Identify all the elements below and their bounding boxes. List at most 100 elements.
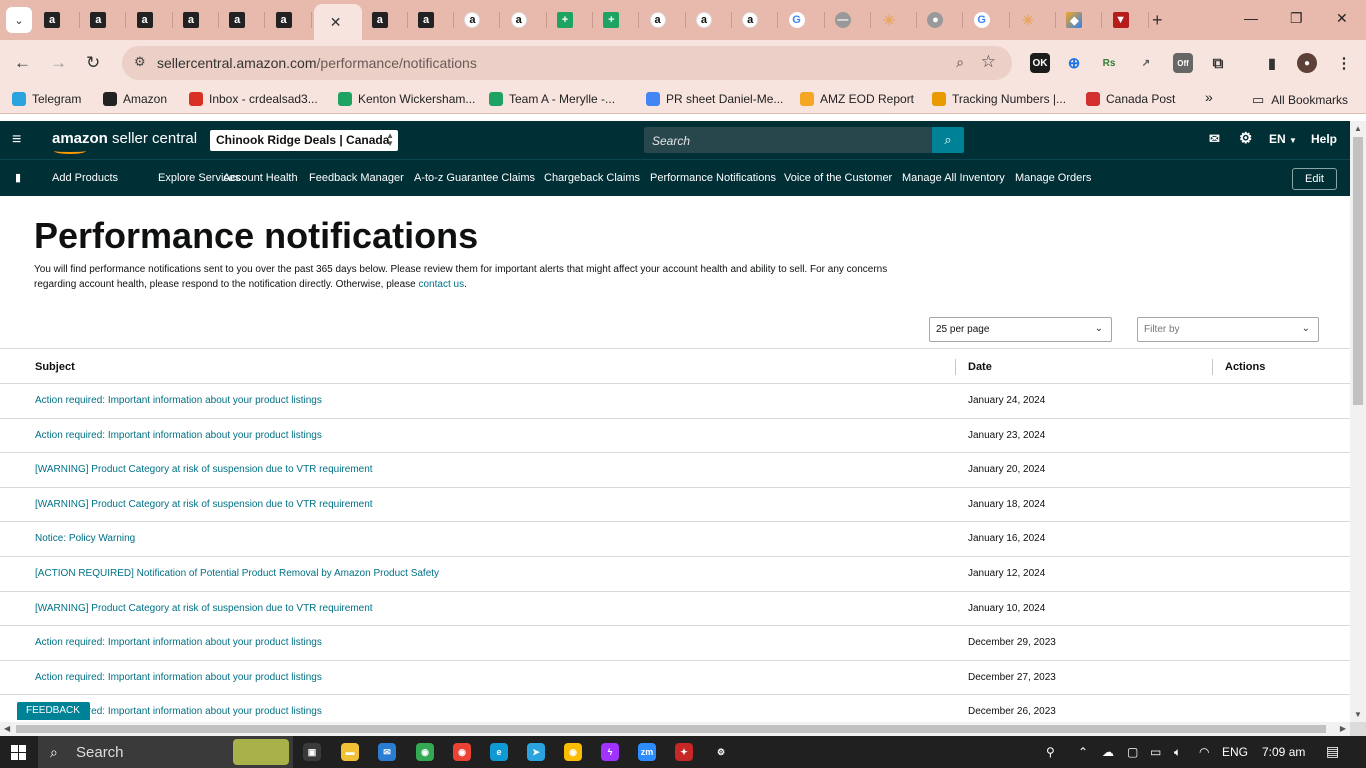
scroll-up-arrow-icon[interactable]: ▲ xyxy=(1354,124,1362,133)
notification-subject-link[interactable]: [WARNING] Product Category at risk of su… xyxy=(35,499,373,510)
cloud-off-icon[interactable]: ☁ xyxy=(1102,745,1114,759)
browser-tab[interactable]: a xyxy=(364,6,408,34)
bookmark-item[interactable]: AMZ EOD Report xyxy=(800,92,914,106)
mail-icon[interactable]: ✉ xyxy=(1209,131,1220,147)
nav-link[interactable]: A-to-z Guarantee Claims xyxy=(414,172,535,184)
browser-tab[interactable]: ✳ xyxy=(873,6,918,34)
edit-nav-button[interactable]: Edit xyxy=(1292,168,1337,190)
chrome-icon[interactable]: ◉ xyxy=(564,743,582,761)
seller-central-logo[interactable]: amazon seller central xyxy=(52,130,197,154)
battery-icon[interactable]: ▭ xyxy=(1150,745,1161,759)
extensions-puzzle-icon[interactable]: ⧉ xyxy=(1208,53,1228,73)
bookmark-item[interactable]: Telegram xyxy=(12,92,81,106)
search-input[interactable]: Search xyxy=(644,127,934,153)
notification-subject-link[interactable]: [WARNING] Product Category at risk of su… xyxy=(35,464,373,475)
clock[interactable]: 7:09 am xyxy=(1262,745,1305,759)
horizontal-scrollbar[interactable]: ◀ ▶ xyxy=(0,722,1350,736)
chrome-icon[interactable]: ◉ xyxy=(416,743,434,761)
people-icon[interactable]: ⚲ xyxy=(1046,745,1055,759)
notification-subject-link[interactable]: Action required: Important information a… xyxy=(35,430,322,441)
address-bar[interactable]: ⚙ sellercentral.amazon.com/performance/n… xyxy=(122,46,1012,80)
language-selector[interactable]: EN ▼ xyxy=(1269,132,1297,146)
per-page-select[interactable]: 25 per page ⌄ xyxy=(929,317,1112,342)
notification-subject-link[interactable]: Action required: Important information a… xyxy=(35,672,322,683)
help-link[interactable]: Help xyxy=(1311,132,1337,146)
extension-arrow-icon[interactable]: ↗ xyxy=(1136,53,1156,73)
subject-column-header[interactable]: Subject xyxy=(35,361,75,373)
browser-tab[interactable]: a xyxy=(734,6,779,34)
chevron-up-icon[interactable]: ⌃ xyxy=(1078,745,1088,759)
telegram-icon[interactable]: ➤ xyxy=(527,743,545,761)
file-explorer-icon[interactable]: ▬ xyxy=(341,743,359,761)
browser-tab[interactable]: + xyxy=(595,6,640,34)
nav-link[interactable]: Manage Orders xyxy=(1015,172,1091,184)
browser-tab[interactable]: ✳ xyxy=(1012,6,1056,34)
browser-tab[interactable]: a xyxy=(268,6,312,34)
nav-link[interactable]: Feedback Manager xyxy=(309,172,404,184)
bookmark-item[interactable]: PR sheet Daniel-Me... xyxy=(646,92,783,106)
feedback-button[interactable]: FEEDBACK ✕ xyxy=(17,702,90,734)
site-info-icon[interactable]: ⚙ xyxy=(134,54,146,70)
nav-link[interactable]: Performance Notifications xyxy=(650,172,776,184)
tab-search-button[interactable]: ⌄ xyxy=(6,7,32,33)
scroll-down-arrow-icon[interactable]: ▼ xyxy=(1354,710,1362,719)
date-column-header[interactable]: Date xyxy=(968,361,992,373)
taskbar-search[interactable]: ⌕ Search xyxy=(38,736,293,768)
zoom-icon[interactable]: zm xyxy=(638,743,656,761)
new-tab-button[interactable]: + xyxy=(1152,10,1163,31)
all-bookmarks-button[interactable]: ▭ All Bookmarks xyxy=(1252,92,1348,108)
scroll-left-arrow-icon[interactable]: ◀ xyxy=(4,724,10,733)
extension-globe-icon[interactable]: ⊕ xyxy=(1064,53,1084,73)
contact-us-link[interactable]: contact us xyxy=(419,279,465,290)
scrollbar-thumb[interactable] xyxy=(1353,137,1363,405)
browser-tab[interactable]: a xyxy=(503,6,547,34)
browser-tab[interactable]: a xyxy=(82,6,127,34)
browser-tab[interactable]: ▼ xyxy=(1105,6,1149,34)
restore-button[interactable]: ❐ xyxy=(1290,10,1303,27)
bookmark-item[interactable]: Team A - Merylle -... xyxy=(489,92,615,106)
minimize-button[interactable]: — xyxy=(1244,10,1258,26)
more-menu-icon[interactable]: ⋮ xyxy=(1334,53,1354,73)
browser-tab[interactable]: + xyxy=(549,6,593,34)
notification-subject-link[interactable]: Action required: Important information a… xyxy=(35,637,322,648)
browser-tab[interactable]: a xyxy=(129,6,173,34)
notifications-icon[interactable]: ▤ xyxy=(1326,743,1339,760)
browser-tab[interactable]: ✕ xyxy=(313,4,362,40)
settings-icon[interactable]: ⚙ xyxy=(712,743,730,761)
search-button[interactable]: ⌕ xyxy=(932,127,964,153)
device-icon[interactable]: ▢ xyxy=(1127,745,1138,759)
nav-link[interactable]: Manage All Inventory xyxy=(902,172,1005,184)
app-icon[interactable]: ✦ xyxy=(675,743,693,761)
chrome-icon[interactable]: ◉ xyxy=(453,743,471,761)
nav-link[interactable]: Add Products xyxy=(52,172,118,184)
side-panel-icon[interactable]: ▮ xyxy=(1262,53,1282,73)
zoom-icon[interactable]: ⌕ xyxy=(956,54,964,71)
browser-tab[interactable]: ● xyxy=(919,6,964,34)
bookmark-star-icon[interactable]: ☆ xyxy=(981,52,996,72)
windows-start-icon[interactable] xyxy=(11,745,26,760)
volume-icon[interactable]: 🔈︎ xyxy=(1174,745,1181,760)
browser-tab[interactable]: — xyxy=(827,6,871,34)
bookmark-item[interactable]: Amazon xyxy=(103,92,167,106)
more-bookmarks-button[interactable]: » xyxy=(1205,89,1213,105)
forward-arrow-icon[interactable]: → xyxy=(50,53,67,73)
language-indicator[interactable]: ENG xyxy=(1222,745,1248,759)
bookmark-item[interactable]: Kenton Wickersham... xyxy=(338,92,475,106)
hamburger-menu-icon[interactable]: ≡ xyxy=(12,131,21,149)
browser-tab[interactable]: a xyxy=(221,6,266,34)
notification-subject-link[interactable]: [WARNING] Product Category at risk of su… xyxy=(35,603,373,614)
browser-tab[interactable]: a xyxy=(642,6,686,34)
notification-subject-link[interactable]: Notice: Policy Warning xyxy=(35,533,135,544)
mail-icon[interactable]: ✉ xyxy=(378,743,396,761)
browser-tab[interactable]: a xyxy=(36,6,80,34)
browser-tab[interactable]: G xyxy=(781,6,825,34)
gear-icon[interactable]: ⚙ xyxy=(1239,129,1252,147)
browser-tab[interactable]: a xyxy=(175,6,219,34)
nav-link[interactable]: Account Health xyxy=(223,172,298,184)
task-view-icon[interactable]: ▣ xyxy=(303,743,321,761)
browser-tab[interactable]: ◆ xyxy=(1058,6,1103,34)
bookmark-item[interactable]: Inbox - crdealsad3... xyxy=(189,92,318,106)
bookmark-icon[interactable]: ▮ xyxy=(15,171,21,184)
reload-icon[interactable]: ↻ xyxy=(86,53,100,73)
browser-tab[interactable]: a xyxy=(410,6,455,34)
